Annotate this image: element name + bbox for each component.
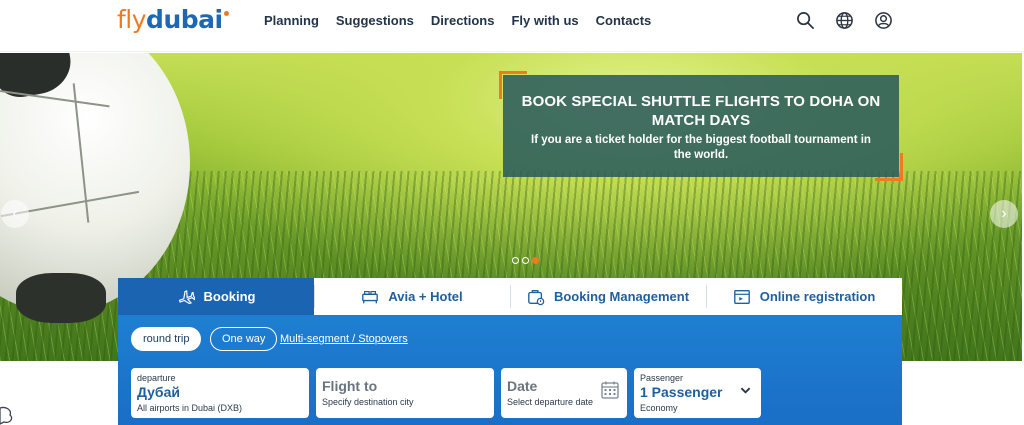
multi-segment-link[interactable]: Multi-segment / Stopovers	[280, 333, 408, 345]
carousel-dots	[512, 257, 539, 264]
ball-seam	[0, 88, 110, 108]
logo-dot	[223, 11, 229, 16]
ball-patch	[0, 53, 76, 102]
promo-banner[interactable]: BOOK SPECIAL SHUTTLE FLIGHTS TO DOHA ON …	[503, 75, 899, 177]
carousel-dot[interactable]	[522, 257, 529, 264]
site-header: flydubai Planning Suggestions Directions…	[0, 0, 1024, 52]
main-nav: Planning Suggestions Directions Fly with…	[264, 13, 651, 29]
banner-title: BOOK SPECIAL SHUTTLE FLIGHTS TO DOHA ON …	[521, 93, 881, 129]
departure-value: Дубай	[137, 384, 180, 400]
chat-widget-icon[interactable]	[0, 404, 16, 425]
search-icon[interactable]	[796, 11, 815, 30]
nav-fly-with-us[interactable]: Fly with us	[511, 13, 578, 29]
tab-booking[interactable]: Booking	[118, 278, 314, 315]
tab-online-registration[interactable]: Online registration	[706, 278, 902, 315]
nav-suggestions[interactable]: Suggestions	[336, 13, 414, 29]
one-way-toggle[interactable]: One way	[210, 327, 278, 351]
boarding-pass-icon	[733, 289, 750, 304]
round-trip-toggle[interactable]: round trip	[131, 327, 202, 351]
calendar-icon	[601, 381, 619, 399]
chevron-right-icon: ›	[1001, 205, 1007, 222]
nav-directions[interactable]: Directions	[431, 13, 495, 29]
user-icon[interactable]	[874, 11, 893, 30]
chevron-down-icon	[740, 387, 751, 394]
destination-sub: Specify destination city	[322, 397, 414, 407]
logo-fly: fly	[117, 5, 147, 34]
nav-planning[interactable]: Planning	[264, 13, 319, 29]
globe-icon[interactable]	[835, 11, 854, 30]
booking-tabs: Booking Avia + Hotel Booking Management …	[118, 278, 902, 315]
tab-label: Online registration	[759, 289, 876, 304]
departure-label: departure	[137, 373, 176, 383]
carousel-prev-button[interactable]: ‹	[1, 200, 29, 228]
header-actions	[796, 11, 893, 30]
ball-patch	[16, 273, 106, 323]
booking-form: round trip One way Multi-segment / Stopo…	[118, 315, 902, 425]
chevron-left-icon: ‹	[12, 205, 18, 222]
bed-icon	[362, 290, 379, 303]
departure-field[interactable]: departure Дубай All airports in Dubai (D…	[131, 368, 309, 418]
tab-booking-management[interactable]: Booking Management	[510, 278, 706, 315]
passenger-field[interactable]: Passenger 1 Passenger Economy	[634, 368, 761, 418]
tab-label: Booking Management	[553, 289, 690, 304]
passenger-label: Passenger	[640, 373, 684, 383]
flydubai-logo[interactable]: flydubai	[117, 6, 229, 34]
nav-contacts[interactable]: Contacts	[596, 13, 652, 29]
tab-avia-hotel[interactable]: Avia + Hotel	[314, 278, 510, 315]
destination-field[interactable]: Flight to Specify destination city	[316, 368, 494, 418]
plane-icon	[178, 289, 195, 304]
carousel-dot[interactable]	[512, 257, 519, 264]
carousel-dot-active[interactable]	[532, 257, 539, 264]
carousel-next-button[interactable]: ›	[990, 200, 1018, 228]
banner-text: If you are a ticket holder for the bigge…	[531, 134, 871, 161]
tab-label: Avia + Hotel	[388, 289, 463, 304]
logo-dubai: dubai	[146, 5, 223, 34]
departure-sub: All airports in Dubai (DXB)	[137, 403, 243, 413]
passenger-value: 1 Passenger	[640, 384, 723, 400]
tab-label: Booking	[203, 289, 256, 304]
passenger-class: Economy	[640, 403, 678, 413]
suitcase-icon	[528, 289, 545, 305]
date-field[interactable]: Date Select departure date	[501, 368, 627, 418]
destination-value: Flight to	[322, 378, 378, 394]
